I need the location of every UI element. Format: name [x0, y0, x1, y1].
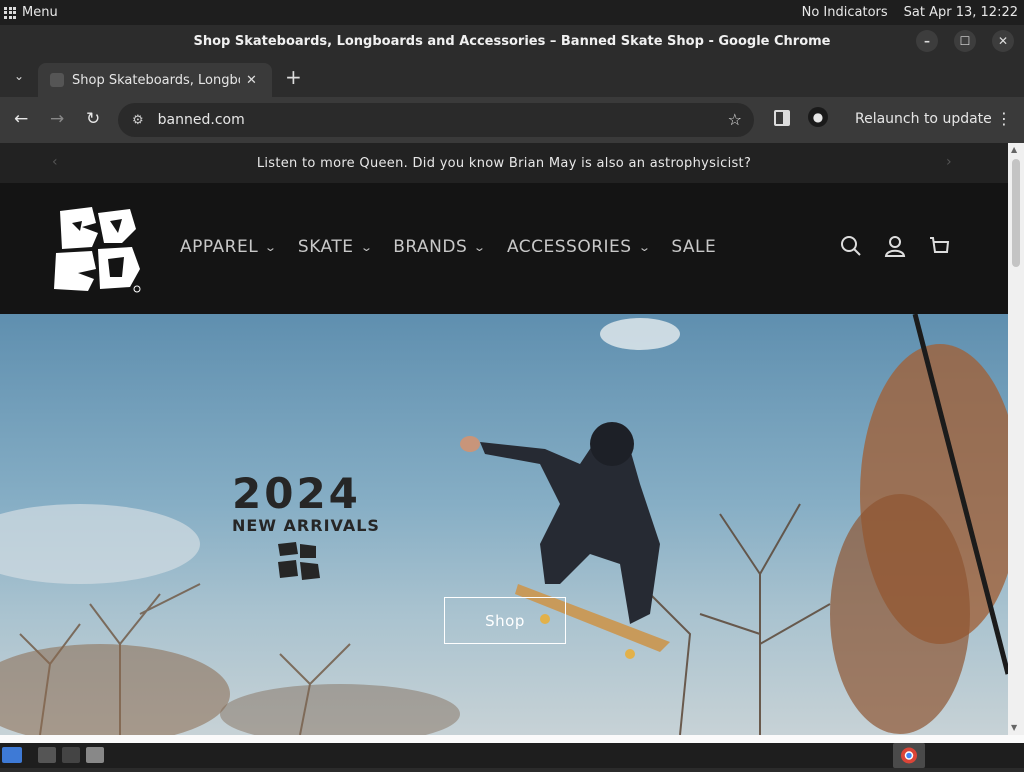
scrollbar-thumb[interactable]	[1012, 159, 1020, 267]
chevron-down-icon: ⌄	[359, 240, 374, 254]
announcement-text: Listen to more Queen. Did you know Brian…	[256, 155, 752, 171]
hero-year: 2024	[232, 469, 361, 518]
terminal-icon[interactable]	[62, 747, 80, 763]
url-text[interactable]: banned.com	[158, 112, 245, 128]
site-info-icon[interactable]: ⚙	[132, 113, 144, 128]
tab-search-chevron-icon[interactable]: ⌄	[14, 69, 24, 83]
maximize-button[interactable]: ☐	[954, 30, 976, 52]
chrome-icon	[901, 747, 917, 764]
announcement-prev-icon[interactable]: ‹	[52, 154, 58, 170]
new-tab-button[interactable]: +	[285, 65, 302, 89]
nav-label: SKATE	[297, 237, 354, 257]
minimize-button[interactable]: –	[916, 30, 938, 52]
side-panel-icon[interactable]	[774, 110, 790, 126]
site-favicon-icon	[50, 73, 64, 87]
tab-strip: ⌄ Shop Skateboards, Longboards and Acces…	[0, 57, 1024, 97]
nav-item-apparel[interactable]: APPAREL ⌄	[180, 237, 278, 257]
announcement-bar: ‹ Listen to more Queen. Did you know Bri…	[0, 143, 1008, 183]
show-desktop-icon[interactable]	[2, 747, 22, 763]
apps-grid-icon	[4, 6, 16, 19]
nav-label: BRANDS	[393, 237, 468, 257]
star-icon[interactable]: ☆	[728, 110, 742, 129]
hero-subtitle: NEW ARRIVALS	[232, 516, 380, 535]
toolbar: ← → ↻ ⚙ banned.com ☆ ● Relaunch to updat…	[0, 97, 1024, 143]
banned-logo[interactable]	[52, 203, 142, 293]
chrome-icon[interactable]	[86, 747, 104, 763]
chevron-down-icon: ⌄	[264, 240, 278, 254]
cart-icon[interactable]	[928, 235, 950, 257]
nav-item-skate[interactable]: SKATE ⌄	[297, 237, 374, 257]
shop-button[interactable]: Shop	[444, 597, 566, 644]
nav-label: APPAREL	[180, 237, 259, 257]
scroll-down-icon[interactable]: ▼	[1011, 723, 1017, 732]
account-icon[interactable]	[884, 235, 906, 257]
page-scrollbar[interactable]: ▲ ▼	[1008, 143, 1024, 735]
taskbar	[0, 743, 1024, 768]
nav-item-sale[interactable]: SALE	[671, 237, 716, 257]
nav-label: SALE	[671, 237, 717, 257]
system-clock[interactable]: Sat Apr 13, 12:22	[904, 5, 1018, 20]
back-button[interactable]: ←	[14, 109, 28, 129]
hero-photo	[0, 314, 1008, 735]
announcement-next-icon[interactable]: ›	[946, 154, 952, 170]
nav-item-brands[interactable]: BRANDS ⌄	[393, 237, 487, 257]
header-icons	[840, 235, 950, 257]
nav-label: ACCESSORIES	[506, 237, 632, 257]
site-header: APPAREL ⌄ SKATE ⌄ BRANDS ⌄ ACCESSORIES ⌄ SAL…	[0, 183, 1008, 314]
window-title: Shop Skateboards, Longboards and Accesso…	[193, 33, 831, 49]
chrome-window-button[interactable]	[893, 743, 925, 768]
system-menu-button[interactable]: Menu	[0, 5, 58, 20]
profile-icon[interactable]: ●	[808, 107, 828, 127]
kebab-menu-icon[interactable]: ⋮	[996, 109, 1012, 128]
system-top-bar: Menu No Indicators Sat Apr 13, 12:22	[0, 0, 1024, 25]
main-navigation: APPAREL ⌄ SKATE ⌄ BRANDS ⌄ ACCESSORIES ⌄ SAL…	[180, 237, 738, 257]
browser-tab-active[interactable]: Shop Skateboards, Longboards and Accesso…	[38, 63, 272, 97]
horizontal-scroll-area	[0, 735, 1024, 743]
hero-banner: 2024 NEW ARRIVALS Shop	[0, 314, 1008, 735]
nav-item-accessories[interactable]: ACCESSORIES ⌄	[506, 237, 652, 257]
tab-title: Shop Skateboards, Longboards and Accesso…	[72, 72, 240, 88]
chevron-down-icon: ⌄	[637, 240, 652, 254]
search-icon[interactable]	[840, 235, 862, 257]
page-viewport: ‹ Listen to more Queen. Did you know Bri…	[0, 143, 1008, 735]
close-window-button[interactable]: ✕	[992, 30, 1014, 52]
close-tab-icon[interactable]: ✕	[246, 73, 257, 88]
reload-button[interactable]: ↻	[86, 109, 100, 129]
relaunch-button[interactable]: Relaunch to update	[855, 111, 992, 127]
scroll-up-icon[interactable]: ▲	[1011, 145, 1017, 154]
omnibox[interactable]: ⚙ banned.com ☆	[118, 103, 754, 137]
window-title-bar: Shop Skateboards, Longboards and Accesso…	[0, 25, 1024, 57]
chevron-down-icon: ⌄	[473, 240, 487, 254]
system-menu-label: Menu	[22, 5, 58, 20]
indicators-status[interactable]: No Indicators	[802, 5, 888, 20]
forward-button[interactable]: →	[50, 109, 64, 129]
file-manager-icon[interactable]	[38, 747, 56, 763]
